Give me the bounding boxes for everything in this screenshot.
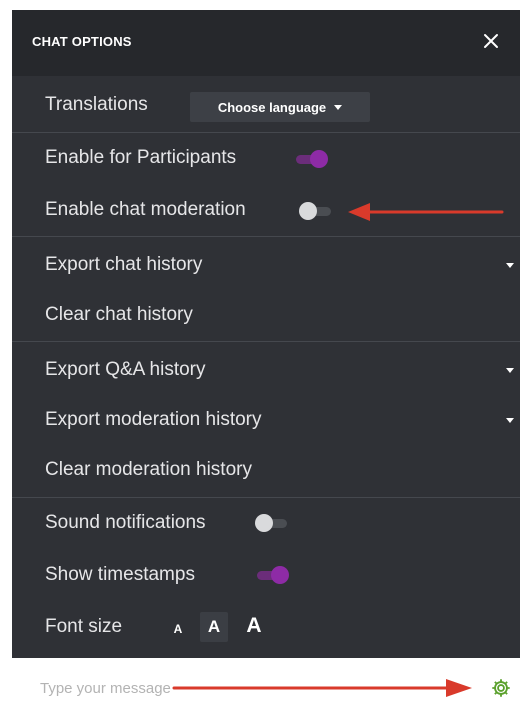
sound-notifications-toggle[interactable] (255, 514, 289, 532)
chevron-down-icon[interactable] (506, 368, 514, 373)
font-size-small-button[interactable]: A (166, 616, 190, 642)
enable-participants-toggle[interactable] (292, 150, 328, 168)
chevron-down-icon[interactable] (506, 418, 514, 423)
export-chat-history-item[interactable]: Export chat history (45, 254, 515, 276)
font-size-large-button[interactable]: A (240, 610, 268, 642)
language-select[interactable]: Choose language (190, 92, 370, 122)
panel-header: CHAT OPTIONS (12, 10, 520, 76)
translations-label: Translations (45, 94, 148, 115)
export-moderation-history-item[interactable]: Export moderation history (45, 409, 515, 431)
export-chat-history-label: Export chat history (45, 254, 203, 275)
divider (12, 132, 520, 133)
active-row-indicator (9, 203, 12, 239)
export-qa-history-item[interactable]: Export Q&A history (45, 359, 515, 381)
font-size-label: Font size (45, 616, 123, 637)
divider (12, 341, 520, 342)
panel-title: CHAT OPTIONS (32, 34, 132, 49)
divider (12, 236, 520, 237)
sound-notifications-label: Sound notifications (45, 512, 206, 533)
chevron-down-icon[interactable] (506, 263, 514, 268)
font-size-medium-button[interactable]: A (200, 612, 228, 642)
show-timestamps-toggle[interactable] (253, 566, 289, 584)
clear-chat-history-item[interactable]: Clear chat history (45, 304, 193, 326)
chat-settings-button[interactable] (490, 677, 512, 699)
divider (12, 497, 520, 498)
toggle-knob (299, 202, 317, 220)
message-input[interactable] (38, 676, 442, 700)
enable-participants-label: Enable for Participants (45, 147, 237, 168)
show-timestamps-label: Show timestamps (45, 564, 195, 585)
close-button[interactable] (478, 28, 504, 54)
language-select-value: Choose language (217, 99, 327, 115)
toggle-knob (255, 514, 273, 532)
screen: CHAT OPTIONS Translations Choose languag… (0, 0, 520, 711)
chat-options-panel: CHAT OPTIONS Translations Choose languag… (9, 10, 520, 658)
export-qa-history-label: Export Q&A history (45, 359, 206, 380)
export-moderation-history-label: Export moderation history (45, 409, 262, 430)
toggle-knob (310, 150, 328, 168)
clear-moderation-history-item[interactable]: Clear moderation history (45, 459, 252, 481)
enable-moderation-toggle[interactable] (299, 202, 333, 220)
toggle-knob (271, 566, 289, 584)
enable-moderation-label: Enable chat moderation (45, 199, 246, 220)
close-icon (484, 34, 498, 48)
message-composer (12, 658, 520, 711)
gear-icon (492, 679, 510, 697)
chevron-down-icon (334, 104, 343, 110)
